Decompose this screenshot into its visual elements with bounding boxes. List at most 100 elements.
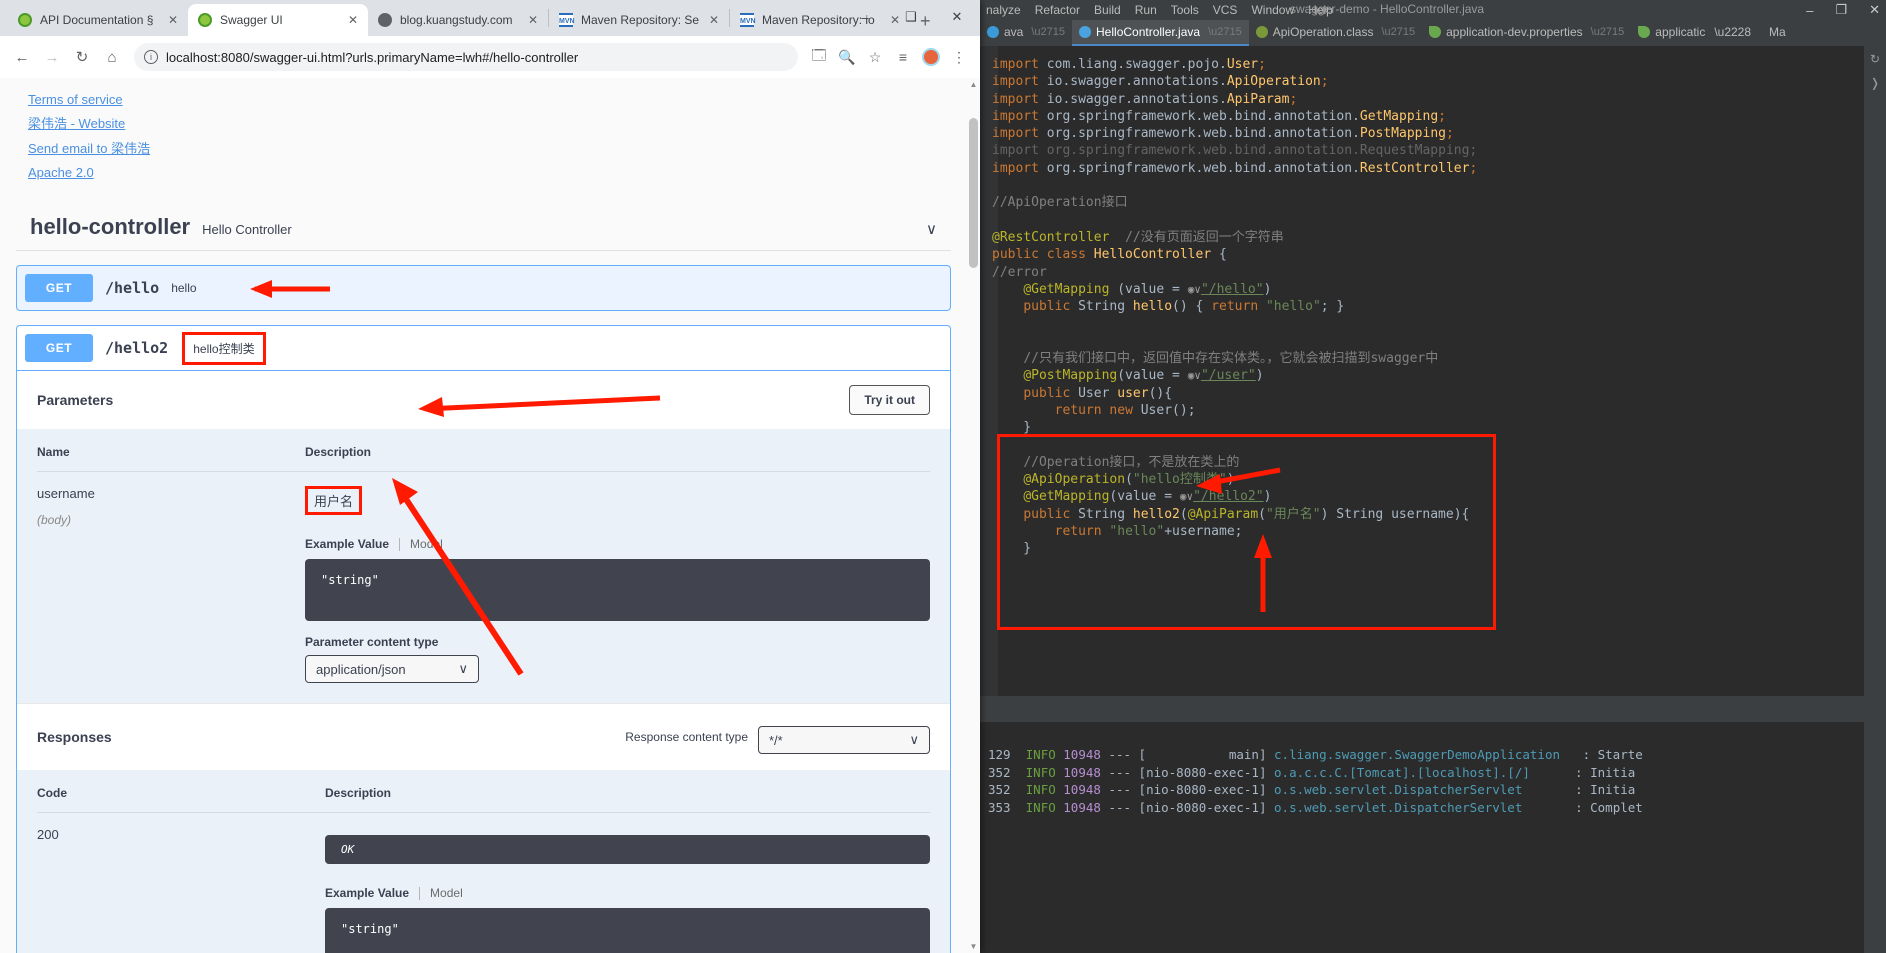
close-icon[interactable]: ✕ — [168, 13, 178, 27]
try-it-out-button[interactable]: Try it out — [849, 385, 930, 415]
operation-summary[interactable]: GET /hello2 hello控制类 — [17, 326, 950, 370]
close-icon[interactable]: \u2715 — [1031, 26, 1065, 38]
ide-close-button[interactable]: ✕ — [1869, 2, 1880, 18]
close-icon[interactable]: \u2715 — [1591, 26, 1625, 38]
link-terms-of-service[interactable]: Terms of service — [28, 92, 123, 107]
address-bar[interactable]: i localhost:8080/swagger-ui.html?urls.pr… — [134, 43, 798, 71]
reload-button[interactable]: ↻ — [68, 43, 96, 71]
menu-window[interactable]: Window — [1251, 3, 1294, 17]
back-button[interactable]: ← — [8, 43, 36, 71]
chevron-down-icon: ∨ — [909, 732, 919, 747]
tab-model[interactable]: Model — [400, 537, 443, 551]
reload-icon[interactable]: ↻ — [1870, 52, 1880, 66]
parameters-table: Name Description username (body) 用户名 Exa… — [37, 429, 930, 683]
scrollbar-thumb[interactable] — [969, 118, 978, 268]
table-row: username (body) 用户名 Example Value Model … — [37, 472, 930, 683]
browser-minimize-button[interactable]: – — [842, 10, 888, 25]
globe-icon — [378, 13, 392, 27]
ide-tab-label: HelloController.java — [1096, 25, 1201, 39]
ide-tab-java[interactable]: ava \u2715 — [980, 20, 1072, 46]
close-icon[interactable]: ✕ — [709, 13, 719, 27]
example-model-tabs[interactable]: Example Value Model — [325, 886, 930, 900]
response-content-type-select[interactable]: */* ∨ — [758, 726, 930, 754]
ide-tab-apioperation[interactable]: ApiOperation.class \u2715 — [1249, 20, 1422, 46]
chevron-down-icon[interactable]: \u2228 — [1710, 25, 1755, 39]
more-menu-icon[interactable]: ⋮ — [946, 43, 972, 71]
operation-get-hello2[interactable]: GET /hello2 hello控制类 Parameters Try it o… — [16, 325, 951, 953]
scroll-up-arrow-icon[interactable]: ▲ — [969, 80, 978, 89]
menu-build[interactable]: Build — [1094, 3, 1121, 17]
operation-path: /hello2 — [105, 339, 169, 357]
parameter-content-type-value: application/json — [316, 661, 406, 677]
ide-editor-tabs[interactable]: ava \u2715 HelloController.java \u2715 A… — [980, 20, 1886, 46]
properties-leaf-icon — [1429, 26, 1442, 38]
code-editor[interactable]: import com.liang.swagger.pojo.User; impo… — [980, 46, 1886, 696]
chevron-down-icon[interactable]: ∨ — [926, 220, 937, 238]
http-method-badge: GET — [25, 334, 93, 362]
java-class-icon — [1079, 26, 1092, 38]
source-code[interactable]: import com.liang.swagger.pojo.User; impo… — [992, 56, 1886, 558]
ide-minimize-button[interactable]: – — [1806, 3, 1813, 18]
browser-toolbar[interactable]: ← → ↻ ⌂ i localhost:8080/swagger-ui.html… — [0, 36, 980, 78]
link-send-email[interactable]: Send email to 梁伟浩 — [28, 138, 150, 157]
close-icon[interactable]: \u2715 — [1208, 26, 1242, 38]
ide-right-toolbar[interactable]: ↻ ❭ — [1864, 46, 1886, 953]
link-author-website[interactable]: 梁伟浩 - Website — [28, 113, 125, 132]
operation-get-hello[interactable]: GET /hello hello — [16, 265, 951, 311]
chevron-down-icon: ∨ — [458, 661, 468, 676]
menu-run[interactable]: Run — [1135, 3, 1157, 17]
http-method-badge: GET — [25, 274, 93, 302]
operation-summary[interactable]: GET /hello hello — [17, 266, 950, 310]
link-license[interactable]: Apache 2.0 — [28, 165, 94, 180]
ide-tab-application-properties[interactable]: applicatic \u2228 — [1631, 20, 1762, 46]
run-console[interactable]: 129 INFO 10948 --- [ main] c.liang.swagg… — [980, 696, 1886, 953]
home-button[interactable]: ⌂ — [98, 43, 126, 71]
page-viewport: Terms of service 梁伟浩 - Website Send emai… — [0, 78, 980, 953]
parameter-description-cell: 用户名 Example Value Model "string" Paramet… — [305, 472, 930, 683]
response-content-type-group: Response content type */* ∨ — [625, 720, 930, 754]
ide-tab-application-dev-properties[interactable]: application-dev.properties \u2715 — [1422, 20, 1631, 46]
browser-tab-swagger-ui[interactable]: Swagger UI ✕ — [188, 4, 368, 36]
ide-maximize-button[interactable]: ❐ — [1835, 2, 1847, 18]
ide-window-controls[interactable]: – ❐ ✕ — [1806, 0, 1880, 20]
browser-close-button[interactable]: ✕ — [934, 9, 980, 25]
ide-tab-hellocontroller[interactable]: HelloController.java \u2715 — [1072, 20, 1249, 46]
parameter-content-type-select[interactable]: application/json ∨ — [305, 655, 479, 683]
ide-menu-items[interactable]: nalyze Refactor Build Run Tools VCS Wind… — [986, 3, 1333, 17]
browser-tab-strip[interactable]: API Documentation § ✕ Swagger UI ✕ blog.… — [0, 0, 980, 36]
close-icon[interactable]: ✕ — [348, 13, 358, 27]
bookmark-star-icon[interactable]: ☆ — [862, 43, 888, 71]
browser-window-controls[interactable]: – ❑ ✕ — [842, 0, 980, 34]
console-toolbar[interactable] — [980, 696, 1886, 722]
close-icon[interactable]: \u2715 — [1381, 26, 1415, 38]
tag-header[interactable]: hello-controller Hello Controller ∨ — [16, 214, 951, 251]
reading-list-icon[interactable]: ≡ — [890, 43, 916, 71]
menu-analyze[interactable]: nalyze — [986, 3, 1021, 17]
tab-example-value[interactable]: Example Value — [305, 537, 399, 551]
menu-vcs[interactable]: VCS — [1213, 3, 1238, 17]
parameter-example-value[interactable]: "string" — [305, 559, 930, 621]
browser-tab-maven-se[interactable]: MVN Maven Repository: Se ✕ — [549, 4, 729, 36]
chevron-right-icon[interactable]: ❭ — [1870, 76, 1880, 90]
ide-tab-overflow[interactable]: Ma — [1762, 20, 1793, 46]
site-info-icon[interactable]: i — [144, 50, 158, 64]
scroll-down-arrow-icon[interactable]: ▼ — [969, 942, 978, 951]
tab-example-value[interactable]: Example Value — [325, 886, 419, 900]
forward-button[interactable]: → — [38, 43, 66, 71]
tab-model[interactable]: Model — [420, 886, 463, 900]
menu-tools[interactable]: Tools — [1171, 3, 1199, 17]
maven-icon: MVN — [740, 13, 756, 27]
page-scrollbar[interactable]: ▲ ▼ — [967, 78, 980, 953]
zoom-out-icon[interactable]: 🔍 — [834, 43, 860, 71]
menu-refactor[interactable]: Refactor — [1035, 3, 1080, 17]
api-info-links[interactable]: Terms of service 梁伟浩 - Website Send emai… — [0, 78, 967, 180]
profile-avatar[interactable] — [918, 43, 944, 71]
console-output: 129 INFO 10948 --- [ main] c.liang.swagg… — [988, 747, 1643, 815]
parameters-header: Parameters Try it out — [17, 371, 950, 429]
browser-maximize-button[interactable]: ❑ — [888, 9, 934, 25]
translate-icon[interactable]: 🗔 — [806, 43, 832, 71]
browser-tab-api-documentation[interactable]: API Documentation § ✕ — [8, 4, 188, 36]
example-model-tabs[interactable]: Example Value Model — [305, 537, 930, 551]
browser-tab-kuangstudy[interactable]: blog.kuangstudy.com ✕ — [368, 4, 548, 36]
close-icon[interactable]: ✕ — [528, 13, 538, 27]
